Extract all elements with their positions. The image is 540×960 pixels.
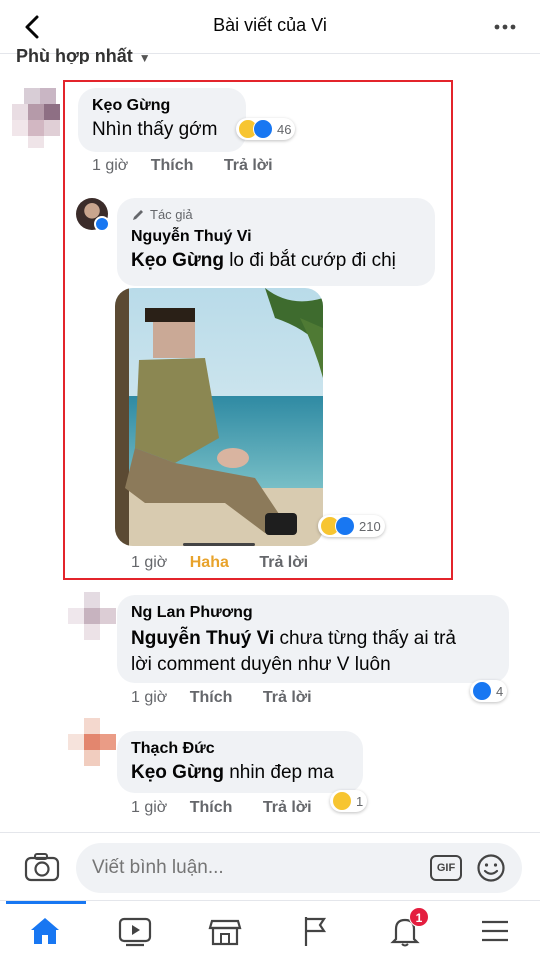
- reply-button[interactable]: Trả lời: [263, 799, 312, 816]
- comment-actions: 1 giờ Thích Trả lời: [131, 689, 338, 707]
- verified-badge-icon: [94, 216, 110, 232]
- avatar[interactable]: [68, 718, 118, 768]
- haha-button[interactable]: Haha: [190, 554, 229, 571]
- more-options-icon[interactable]: [490, 12, 520, 42]
- comment-author[interactable]: Ng Lan Phương: [131, 604, 495, 622]
- comment-time: 1 giờ: [131, 799, 168, 816]
- comment-text-line2: lời comment duyên như V luôn: [131, 654, 391, 675]
- reply-author[interactable]: Nguyễn Thuý Vi: [131, 228, 421, 246]
- emoji-icon[interactable]: [476, 853, 506, 883]
- sort-label: Phù hợp nhất: [16, 46, 133, 64]
- reply-time: 1 giờ: [131, 554, 168, 571]
- comment-bubble: Thạch Đức Kẹo Gừng nhin đep ma: [117, 731, 363, 793]
- photo-progress-bar: [183, 543, 255, 546]
- like-reaction-icon: [472, 681, 492, 701]
- comment-text: Kẹo Gừng nhin đep ma: [131, 760, 349, 786]
- reply-button[interactable]: Trả lời: [224, 157, 273, 174]
- reaction-summary[interactable]: 4: [470, 680, 508, 702]
- active-tab-indicator: [6, 901, 86, 904]
- author-tag: Tác giả: [131, 207, 421, 222]
- comment-composer: GIF: [0, 832, 540, 900]
- reaction-count: 210: [359, 518, 381, 534]
- page-title: Bài viết của Vi: [213, 15, 327, 35]
- bottom-tab-bar: 1: [0, 900, 540, 960]
- comment-text-body: nhin đep ma: [223, 762, 334, 783]
- reply-button[interactable]: Trả lời: [263, 689, 312, 706]
- comment-time: 1 giờ: [131, 689, 168, 706]
- comment-actions: 1 giờ Thích Trả lời: [131, 799, 338, 817]
- mention-link[interactable]: Kẹo Gừng: [131, 250, 224, 271]
- reply-text: Kẹo Gừng lo đi bắt cướp đi chị: [131, 248, 421, 274]
- reply-actions: 1 giờ Haha Trả lời: [131, 554, 334, 572]
- video-icon[interactable]: [117, 913, 153, 949]
- comment-bubble: Kẹo Gừng Nhìn thấy gớm: [78, 88, 246, 152]
- marketplace-icon[interactable]: [207, 913, 243, 949]
- comment-text: Nguyễn Thuý Vi chưa từng thấy ai trả: [131, 626, 495, 652]
- comment-actions: 1 giờ Thích Trả lời: [92, 157, 299, 175]
- sort-dropdown[interactable]: Phù hợp nhất ▼: [16, 46, 151, 64]
- reply-button[interactable]: Trả lời: [259, 554, 308, 571]
- comment-author[interactable]: Thạch Đức: [131, 740, 349, 758]
- home-icon[interactable]: [27, 913, 63, 949]
- like-button[interactable]: Thích: [190, 689, 233, 706]
- camera-icon[interactable]: [24, 851, 60, 883]
- like-reaction-icon: [253, 119, 273, 139]
- reaction-count: 4: [496, 683, 504, 699]
- reply-photo[interactable]: [115, 288, 323, 546]
- comment-input[interactable]: [92, 857, 412, 879]
- comment-text: Nhìn thấy gớm: [92, 119, 218, 140]
- pencil-icon: [133, 209, 143, 220]
- mention-link[interactable]: Kẹo Gừng: [131, 762, 224, 783]
- reaction-summary[interactable]: 46: [236, 118, 296, 140]
- mention-link[interactable]: Nguyễn Thuý Vi: [131, 628, 274, 649]
- reaction-count: 1: [356, 793, 364, 809]
- comment-text-line1: chưa từng thấy ai trả: [274, 628, 457, 649]
- chevron-down-icon: ▼: [138, 51, 151, 64]
- like-button[interactable]: Thích: [151, 157, 194, 174]
- notification-badge: 1: [409, 907, 429, 927]
- avatar[interactable]: [68, 592, 118, 642]
- comment-author[interactable]: Kẹo Gừng: [92, 97, 232, 115]
- notifications-tab[interactable]: 1: [387, 907, 429, 949]
- reply-reaction-summary[interactable]: 210: [318, 515, 385, 537]
- avatar[interactable]: [12, 88, 74, 150]
- author-tag-label: Tác giả: [150, 207, 193, 222]
- reaction-count: 46: [277, 121, 292, 137]
- comment-bubble: Ng Lan Phương Nguyễn Thuý Vi chưa từng t…: [117, 595, 509, 683]
- like-button[interactable]: Thích: [190, 799, 233, 816]
- comment-box: GIF: [76, 843, 522, 893]
- comment-time: 1 giờ: [92, 157, 129, 174]
- reply-bubble: Tác giả Nguyễn Thuý Vi Kẹo Gừng lo đi bắ…: [117, 198, 435, 286]
- like-reaction-icon: [335, 516, 355, 536]
- pages-flag-icon[interactable]: [297, 913, 333, 949]
- reply-text-body: lo đi bắt cướp đi chị: [223, 250, 396, 271]
- gif-button[interactable]: GIF: [430, 855, 462, 881]
- menu-icon[interactable]: [477, 913, 513, 949]
- photo-image: [115, 288, 323, 546]
